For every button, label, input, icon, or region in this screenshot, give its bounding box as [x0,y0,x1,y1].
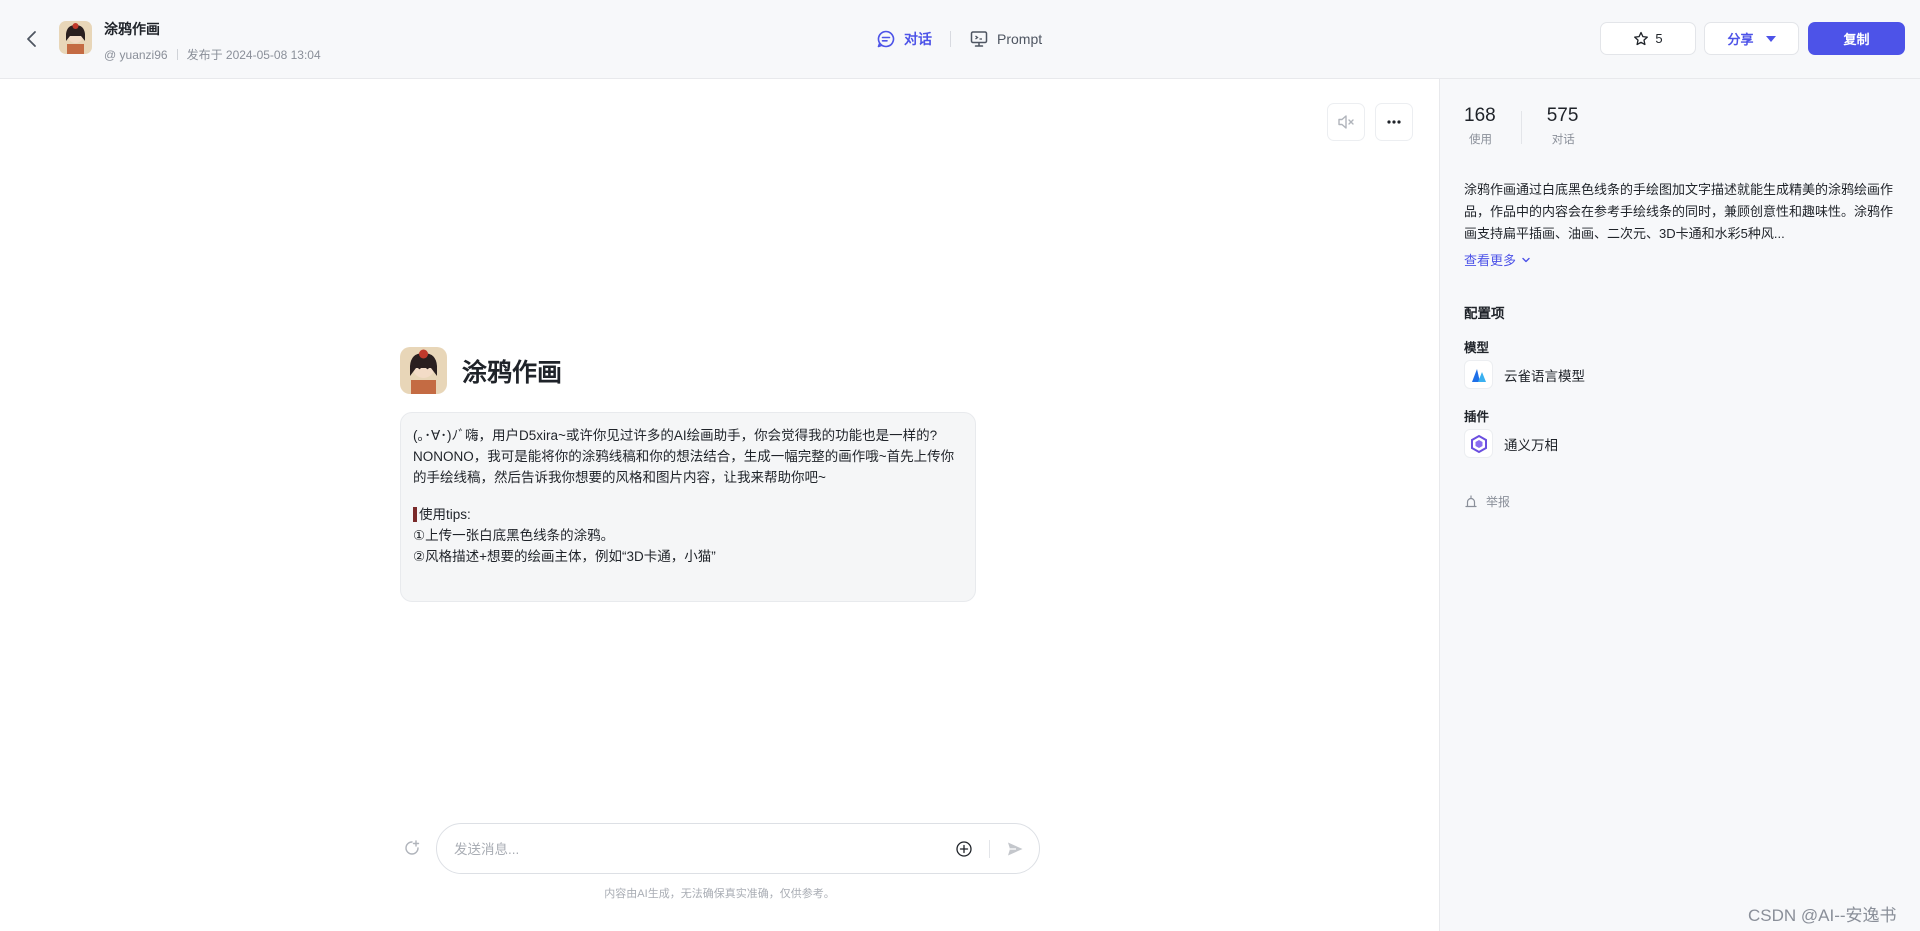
tab-chat[interactable]: 对话 [876,29,932,49]
bot-avatar [400,347,447,394]
copy-button[interactable]: 复制 [1808,22,1905,55]
model-title: 模型 [1464,341,1490,355]
speaker-mute-icon [1338,115,1354,129]
tip-item: ②风格描述+想要的绘画主体，例如“3D卡通，小猫” [413,549,716,564]
app-title: 涂鸦作画 [104,21,160,37]
info-sidebar: 168 使用 575 对话 涂鸦作画通过白底黑色线条的手绘图加文字描述就能生成精… [1439,79,1920,931]
send-icon[interactable] [1005,839,1025,859]
stat-label: 使用 [1469,134,1492,146]
back-icon[interactable] [22,27,42,51]
plugin-item[interactable]: 通义万相 [1464,429,1558,458]
copy-label: 复制 [1843,32,1870,47]
show-more-link[interactable]: 查看更多 [1464,250,1532,269]
stat-uses: 168 使用 [1464,105,1496,147]
stat-conversations: 575 对话 [1547,105,1579,147]
star-icon [1634,31,1649,45]
stat-label: 对话 [1551,134,1575,146]
usage-stats: 168 使用 575 对话 [1464,105,1578,147]
welcome-line: NONONO，我可是能将你的涂鸦线稿和你的想法结合，生成一幅完整的画作哦~首先上… [413,449,955,485]
model-item[interactable]: 云雀语言模型 [1464,360,1585,389]
favorite-count: 5 [1655,31,1663,46]
ai-disclaimer: 内容由AI生成，无法确保真实准确，仅供参考。 [604,888,835,900]
message-composer [436,823,1040,874]
tips-title: 使用tips: [413,504,963,525]
chevron-down-icon [1765,35,1776,42]
new-chat-icon[interactable] [403,839,421,857]
publish-date: 发布于 2024-05-08 13:04 [186,48,321,62]
report-link[interactable]: 举报 [1464,493,1510,510]
message-input[interactable] [454,839,924,859]
chevron-down-icon [1522,257,1530,262]
tongyi-wanxiang-icon [1464,429,1493,458]
config-title: 配置项 [1464,306,1505,321]
stat-divider [1520,111,1522,144]
tab-chat-label: 对话 [904,31,932,47]
mute-button[interactable] [1327,103,1365,141]
plugin-title: 插件 [1464,410,1490,424]
stat-value: 168 [1464,105,1496,126]
bot-intro-header: 涂鸦作画 [400,347,562,394]
favorite-button[interactable]: 5 [1600,22,1696,55]
tab-prompt[interactable]: Prompt [969,29,1042,49]
tab-prompt-label: Prompt [997,31,1043,47]
more-button[interactable] [1375,103,1413,141]
add-attachment-icon[interactable] [955,840,973,858]
tab-divider [950,31,951,47]
tip-item: ①上传一张白底黑色线条的涂鸦。 [413,528,615,543]
skylark-model-icon [1464,360,1493,389]
stat-value: 575 [1546,105,1579,126]
plugin-name: 通义万相 [1504,437,1558,453]
tips-bar [413,507,417,522]
monitor-icon [970,31,988,47]
more-dots-icon [1387,120,1401,124]
chat-area: 涂鸦作画 (｡･∀･)ﾉﾞ嗨，用户D5xira~或许你见过许多的AI绘画助手，你… [0,79,1439,931]
welcome-line: (｡･∀･)ﾉﾞ嗨，用户D5xira~或许你见过许多的AI绘画助手，你会觉得我的… [413,428,938,443]
share-label: 分享 [1727,32,1754,47]
welcome-message: (｡･∀･)ﾉﾞ嗨，用户D5xira~或许你见过许多的AI绘画助手，你会觉得我的… [400,412,976,602]
meta-divider [176,49,178,60]
composer-divider [989,840,990,858]
chat-icon [877,30,895,48]
share-button[interactable]: 分享 [1704,22,1799,55]
bot-description: 涂鸦作画通过白底黑色线条的手绘图加文字描述就能生成精美的涂鸦绘画作品，作品中的内… [1464,182,1894,241]
bot-name: 涂鸦作画 [462,358,563,387]
author-handle[interactable]: @ yuanzi96 [104,48,168,62]
model-name: 云雀语言模型 [1504,368,1585,384]
app-meta: @ yuanzi96 发布于 2024-05-08 13:04 [104,46,321,63]
app-avatar [59,21,92,54]
mode-tabs: 对话 Prompt [876,28,1042,50]
watermark: CSDN @AI--安逸书 [1748,906,1897,925]
alarm-icon [1465,494,1477,507]
top-bar: 涂鸦作画 @ yuanzi96 发布于 2024-05-08 13:04 对话 … [0,0,1920,79]
